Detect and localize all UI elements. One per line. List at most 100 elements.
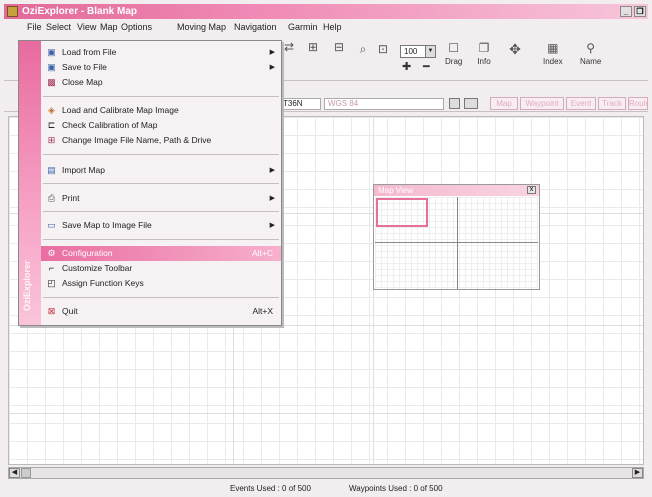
menu-item-close-map[interactable]: ▩ Close Map — [41, 75, 281, 90]
menu-item-print[interactable]: ⎙ Print ▶ — [41, 191, 281, 206]
config-icon: ⚙ — [47, 248, 56, 258]
toolbar-btn-3[interactable]: ⊟ — [332, 41, 346, 56]
menu-item-change-image[interactable]: ⊞ Change Image File Name, Path & Drive — [41, 133, 281, 148]
submenu-arrow-icon: ▶ — [269, 195, 275, 202]
tab-route[interactable]: Route — [628, 97, 648, 110]
menu-options[interactable]: Options — [121, 20, 152, 34]
title-bar: OziExplorer - Blank Map _ ❒ — [4, 4, 648, 19]
find-button[interactable]: ⌕ — [356, 43, 370, 58]
calibrate-icon: ◈ — [48, 105, 55, 115]
menu-item-load-calibrate[interactable]: ◈ Load and Calibrate Map Image — [41, 103, 281, 118]
index-button[interactable]: ▦ Index — [543, 41, 563, 67]
submenu-arrow-icon: ▶ — [269, 167, 275, 174]
maximize-button[interactable]: ❒ — [634, 6, 646, 17]
layers-icon[interactable] — [464, 98, 478, 109]
drag-icon: ☐ — [448, 41, 460, 55]
file-menu-dropdown: OziExplorer ▣ Load from File ▶ ▣ Save to… — [18, 40, 282, 326]
zoom-in-button[interactable]: ✚ — [402, 60, 411, 73]
keys-icon: ◰ — [47, 278, 56, 288]
name-button[interactable]: ⚲ Name — [580, 41, 602, 67]
menu-select[interactable]: Select — [46, 20, 71, 34]
menu-item-configuration[interactable]: ⚙ Configuration Alt+C — [41, 246, 281, 261]
menu-side-band-text: OziExplorer — [22, 260, 32, 311]
scroll-right-icon[interactable]: ▶ — [632, 468, 643, 478]
plus-icon: ✚ — [402, 61, 412, 73]
change-icon: ⊞ — [47, 135, 56, 145]
route-icon: ⇄ — [283, 40, 295, 54]
drag-label: Drag — [445, 57, 463, 66]
app-icon[interactable] — [7, 6, 18, 17]
position-field: T36N — [279, 98, 321, 110]
menu-map[interactable]: Map — [100, 20, 118, 34]
minimize-button[interactable]: _ — [620, 6, 632, 17]
minus-icon: ━ — [423, 61, 430, 73]
menu-help[interactable]: Help — [323, 20, 342, 34]
menu-garmin[interactable]: Garmin — [288, 20, 318, 34]
scroll-thumb[interactable] — [21, 468, 31, 478]
menu-navigation[interactable]: Navigation — [234, 20, 277, 34]
toolbar-btn-2[interactable]: ⊞ — [306, 41, 320, 56]
folder-icon: ▣ — [47, 47, 56, 57]
events-used: Events Used : 0 of 500 — [230, 484, 311, 493]
track-icon: ⊞ — [307, 40, 319, 54]
map-view-window[interactable]: Map View x — [373, 184, 540, 290]
zoom-tool-button[interactable]: ⊡ — [376, 43, 390, 58]
menu-item-check-calibration[interactable]: ⊏ Check Calibration of Map — [41, 118, 281, 133]
index-icon: ▦ — [547, 41, 559, 55]
name-label: Name — [580, 57, 602, 66]
close-map-icon: ▩ — [47, 77, 56, 87]
close-icon[interactable]: x — [527, 186, 536, 194]
menu-item-save-map-image[interactable]: ▭ Save Map to Image File ▶ — [41, 218, 281, 233]
window-title: OziExplorer - Blank Map — [22, 6, 138, 17]
menu-side-band: OziExplorer — [19, 41, 41, 325]
move-button[interactable]: ✥ — [505, 39, 525, 61]
move-arrows-icon: ✥ — [509, 41, 521, 57]
zoom-value: 100 — [404, 47, 418, 56]
menu-bar: File Select View Map Options Moving Map … — [4, 20, 648, 34]
submenu-arrow-icon: ▶ — [269, 222, 275, 229]
submenu-arrow-icon: ▶ — [269, 49, 275, 56]
index-label: Index — [543, 57, 563, 66]
map-icon[interactable] — [449, 98, 460, 109]
tab-waypoint[interactable]: Waypoint — [520, 97, 564, 110]
menu-file[interactable]: File — [27, 20, 42, 34]
info-button[interactable]: ❐ Info — [477, 41, 491, 67]
menu-item-load-from-file[interactable]: ▣ Load from File ▶ — [41, 45, 281, 60]
zoom-select[interactable]: 100 ▼ — [400, 45, 436, 58]
menu-item-import-map[interactable]: ▤ Import Map ▶ — [41, 163, 281, 178]
info-label: Info — [477, 57, 491, 66]
magnifier-icon: ⌕ — [359, 42, 367, 56]
save-image-icon: ▭ — [47, 220, 56, 230]
waypoint-icon: ⊟ — [333, 40, 345, 54]
zoom-out-button[interactable]: ━ — [423, 60, 430, 73]
horizontal-scrollbar[interactable]: ◀ ▶ — [8, 467, 644, 479]
tab-event[interactable]: Event — [566, 97, 596, 110]
import-icon: ▤ — [47, 165, 56, 175]
map-view-title: Map View — [374, 185, 539, 196]
tab-track[interactable]: Track — [598, 97, 626, 110]
toolbar-btn-1[interactable]: ⇄ — [282, 41, 296, 56]
map-view-selection[interactable] — [376, 198, 428, 227]
scroll-left-icon[interactable]: ◀ — [9, 468, 20, 478]
waypoints-used: Waypoints Used : 0 of 500 — [349, 484, 443, 493]
drag-button[interactable]: ☐ Drag — [445, 41, 463, 67]
menu-view[interactable]: View — [77, 20, 96, 34]
datum-field: WGS 84 — [324, 98, 444, 110]
zoom-icon: ⊡ — [377, 42, 389, 56]
status-bar: Events Used : 0 of 500 Waypoints Used : … — [4, 482, 648, 496]
menu-item-save-to-file[interactable]: ▣ Save to File ▶ — [41, 60, 281, 75]
toolbar-icon: ⌐ — [48, 263, 55, 273]
submenu-arrow-icon: ▶ — [269, 64, 275, 71]
info-icon: ❐ — [478, 41, 490, 55]
menu-item-quit[interactable]: ⊠ Quit Alt+X — [41, 304, 281, 319]
menu-item-customize-toolbar[interactable]: ⌐ Customize Toolbar — [41, 261, 281, 276]
chevron-down-icon[interactable]: ▼ — [425, 46, 435, 57]
disk-icon: ▣ — [47, 62, 56, 72]
menu-moving-map[interactable]: Moving Map — [177, 20, 226, 34]
quit-icon: ⊠ — [47, 306, 56, 316]
menu-item-assign-keys[interactable]: ◰ Assign Function Keys — [41, 276, 281, 291]
name-icon: ⚲ — [586, 41, 596, 55]
print-icon: ⎙ — [47, 193, 56, 203]
tab-map[interactable]: Map — [490, 97, 518, 110]
check-icon: ⊏ — [47, 120, 56, 130]
